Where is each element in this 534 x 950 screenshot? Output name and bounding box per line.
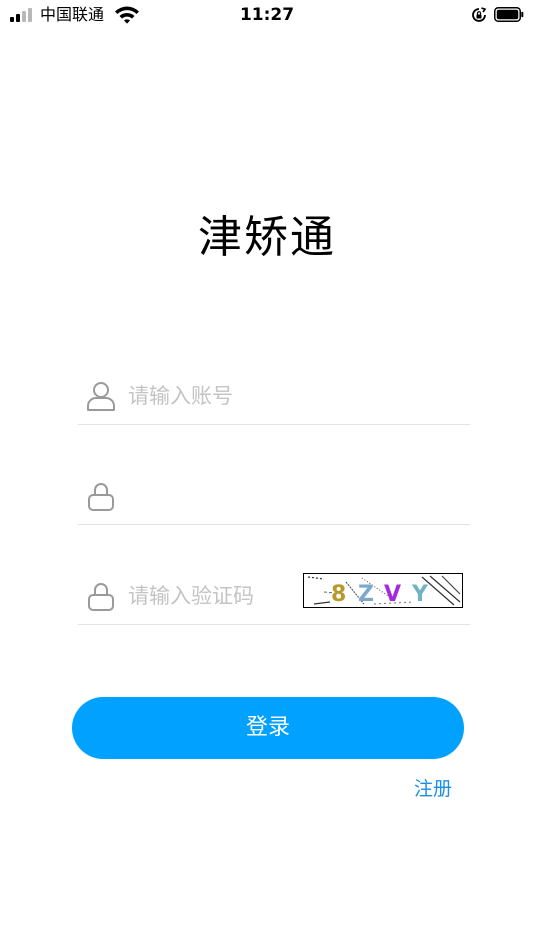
captcha-image[interactable]: 8 Z V Y <box>303 573 463 608</box>
captcha-char: Y <box>411 582 429 607</box>
captcha-char: 8 <box>331 582 346 607</box>
account-field <box>78 364 470 425</box>
captcha-input[interactable] <box>128 580 298 612</box>
rotation-lock-icon <box>472 7 487 22</box>
user-icon <box>87 382 115 411</box>
account-input[interactable] <box>128 380 458 412</box>
captcha-char: Z <box>358 582 374 607</box>
lock-icon <box>88 483 114 511</box>
battery-icon <box>494 7 524 22</box>
lock-icon <box>88 583 114 611</box>
captcha-field: 8 Z V Y <box>78 564 470 625</box>
app-title: 津矫通 <box>198 212 336 263</box>
register-link[interactable]: 注册 <box>414 776 452 802</box>
login-button[interactable]: 登录 <box>72 697 464 759</box>
status-bar: 中国联通 11:27 <box>0 0 534 30</box>
password-input[interactable] <box>128 480 458 512</box>
captcha-char: V <box>384 582 401 607</box>
password-field <box>78 464 470 525</box>
captcha-noise: 8 Z V Y <box>307 575 461 607</box>
status-time: 11:27 <box>239 5 295 25</box>
